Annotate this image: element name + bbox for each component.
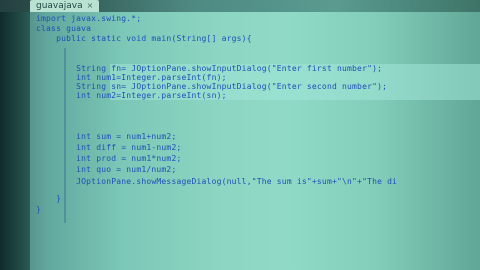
tab-label: guavajava (36, 1, 83, 11)
code-line-13: int prod = num1*num2; (36, 154, 182, 163)
tab-guavajava[interactable]: guavajava × (30, 0, 100, 12)
code-line-2: class guava (36, 24, 92, 33)
code-line-17: } (36, 205, 42, 214)
code-line-11: int sum = num1+num2; (36, 132, 177, 141)
code-line-1: import javax.swing.*; (36, 14, 142, 23)
code-line-12: int diff = num1-num2; (36, 143, 182, 152)
code-line-6: int num1=Integer.parseInt(fn); (36, 73, 227, 82)
code-line-15: JOptionPane.showMessageDialog(null,"The … (36, 177, 398, 186)
line-number-gutter (0, 12, 30, 270)
editor-tab-bar: guavajava × (0, 0, 480, 12)
code-line-3: public static void main(String[] args){ (36, 34, 252, 43)
close-icon[interactable]: × (87, 0, 94, 12)
code-line-8: int num2=Integer.parseInt(sn); (36, 91, 227, 100)
code-line-7: String sn= JOptionPane.showInputDialog("… (36, 82, 388, 91)
code-line-14: int quo = num1/num2; (36, 165, 177, 174)
code-editor[interactable]: import javax.swing.*; class guava public… (30, 12, 480, 270)
code-line-5: String fn= JOptionPane.showInputDialog("… (36, 64, 383, 73)
code-line-16: } (36, 194, 62, 203)
